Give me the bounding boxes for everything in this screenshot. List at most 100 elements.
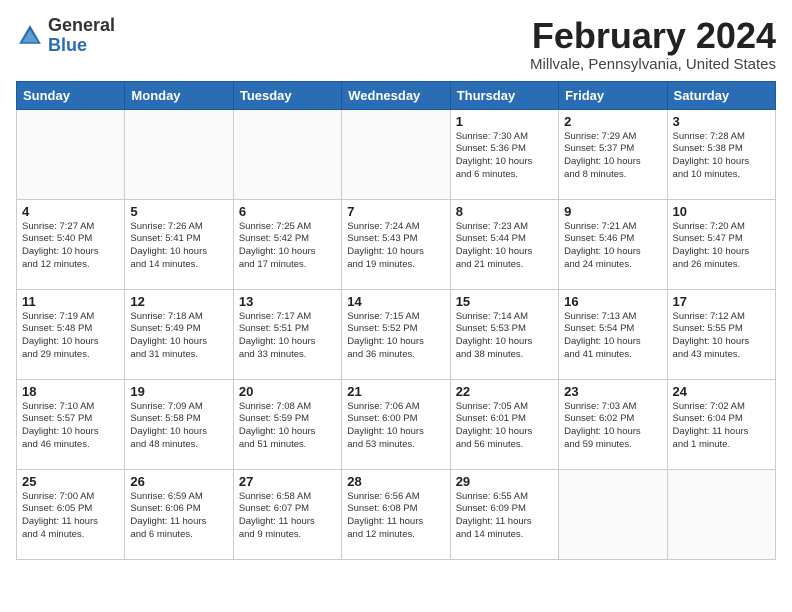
day-number: 25 — [22, 474, 119, 489]
weekday-header-row: SundayMondayTuesdayWednesdayThursdayFrid… — [17, 81, 776, 109]
calendar-cell: 1 Sunrise: 7:30 AMSunset: 5:36 PMDaylight… — [450, 109, 558, 199]
day-info: Sunrise: 7:09 AMSunset: 5:58 PMDaylight:… — [130, 401, 227, 452]
calendar-cell: 17Sunrise: 7:12 AMSunset: 5:55 PMDayligh… — [667, 289, 775, 379]
day-info: Sunrise: 6:59 AMSunset: 6:06 PMDaylight:… — [130, 491, 227, 542]
weekday-header-wednesday: Wednesday — [342, 81, 450, 109]
weekday-header-sunday: Sunday — [17, 81, 125, 109]
day-info: Sunrise: 7:03 AMSunset: 6:02 PMDaylight:… — [564, 401, 661, 452]
weekday-header-saturday: Saturday — [667, 81, 775, 109]
calendar-cell: 16 Sunrise: 7:13 AMSunset: 5:54 PMDayligh… — [559, 289, 667, 379]
day-number: 28 — [347, 474, 444, 489]
calendar-cell: 3 Sunrise: 7:28 AMSunset: 5:38 PMDaylight… — [667, 109, 775, 199]
calendar-cell: 10 Sunrise: 7:20 AMSunset: 5:47 PMDayligh… — [667, 199, 775, 289]
month-title: February 2024 — [530, 16, 776, 56]
logo-blue-text: Blue — [48, 35, 87, 55]
logo-icon — [16, 22, 44, 50]
day-number: 3 — [673, 114, 770, 129]
week-row-3: 11 Sunrise: 7:19 AMSunset: 5:48 PMDayligh… — [17, 289, 776, 379]
day-number: 13 — [239, 294, 336, 309]
day-info: Sunrise: 7:26 AMSunset: 5:41 PMDaylight:… — [130, 221, 227, 272]
day-info: Sunrise: 7:06 AMSunset: 6:00 PMDaylight:… — [347, 401, 444, 452]
day-info: Sunrise: 6:55 AMSunset: 6:09 PMDaylight:… — [456, 491, 553, 542]
day-info: Sunrise: 7:30 AMSunset: 5:36 PMDaylight:… — [456, 131, 553, 182]
day-info: Sunrise: 6:56 AMSunset: 6:08 PMDaylight:… — [347, 491, 444, 542]
day-info: Sunrise: 7:12 AMSunset: 5:55 PMDaylight:… — [673, 311, 770, 362]
calendar-cell: 15Sunrise: 7:14 AMSunset: 5:53 PMDayligh… — [450, 289, 558, 379]
day-number: 11 — [22, 294, 119, 309]
weekday-header-friday: Friday — [559, 81, 667, 109]
day-info: Sunrise: 7:24 AMSunset: 5:43 PMDaylight:… — [347, 221, 444, 272]
day-number: 1 — [456, 114, 553, 129]
day-number: 24 — [673, 384, 770, 399]
calendar-cell: 28 Sunrise: 6:56 AMSunset: 6:08 PMDayligh… — [342, 469, 450, 559]
day-info: Sunrise: 7:28 AMSunset: 5:38 PMDaylight:… — [673, 131, 770, 182]
calendar-cell: 20Sunrise: 7:08 AMSunset: 5:59 PMDayligh… — [233, 379, 341, 469]
calendar-cell: 25 Sunrise: 7:00 AMSunset: 6:05 PMDayligh… — [17, 469, 125, 559]
calendar-cell — [233, 109, 341, 199]
day-info: Sunrise: 6:58 AMSunset: 6:07 PMDaylight:… — [239, 491, 336, 542]
day-info: Sunrise: 7:10 AMSunset: 5:57 PMDaylight:… — [22, 401, 119, 452]
day-number: 12 — [130, 294, 227, 309]
calendar-cell: 6 Sunrise: 7:25 AMSunset: 5:42 PMDaylight… — [233, 199, 341, 289]
day-info: Sunrise: 7:15 AMSunset: 5:52 PMDaylight:… — [347, 311, 444, 362]
calendar-cell: 11 Sunrise: 7:19 AMSunset: 5:48 PMDayligh… — [17, 289, 125, 379]
day-info: Sunrise: 7:13 AMSunset: 5:54 PMDaylight:… — [564, 311, 661, 362]
week-row-4: 18Sunrise: 7:10 AMSunset: 5:57 PMDayligh… — [17, 379, 776, 469]
calendar-cell: 5 Sunrise: 7:26 AMSunset: 5:41 PMDaylight… — [125, 199, 233, 289]
day-info: Sunrise: 7:21 AMSunset: 5:46 PMDaylight:… — [564, 221, 661, 272]
day-info: Sunrise: 7:19 AMSunset: 5:48 PMDaylight:… — [22, 311, 119, 362]
calendar-cell — [17, 109, 125, 199]
calendar-cell — [667, 469, 775, 559]
calendar-cell: 27 Sunrise: 6:58 AMSunset: 6:07 PMDayligh… — [233, 469, 341, 559]
logo-general-text: General — [48, 15, 115, 35]
day-info: Sunrise: 7:14 AMSunset: 5:53 PMDaylight:… — [456, 311, 553, 362]
day-info: Sunrise: 7:02 AMSunset: 6:04 PMDaylight:… — [673, 401, 770, 452]
week-row-5: 25 Sunrise: 7:00 AMSunset: 6:05 PMDayligh… — [17, 469, 776, 559]
day-info: Sunrise: 7:29 AMSunset: 5:37 PMDaylight:… — [564, 131, 661, 182]
calendar-cell: 7 Sunrise: 7:24 AMSunset: 5:43 PMDaylight… — [342, 199, 450, 289]
day-number: 7 — [347, 204, 444, 219]
calendar-cell: 26 Sunrise: 6:59 AMSunset: 6:06 PMDayligh… — [125, 469, 233, 559]
day-number: 19 — [130, 384, 227, 399]
day-number: 29 — [456, 474, 553, 489]
page-header: General Blue February 2024 Millvale, Pen… — [16, 16, 776, 73]
calendar-cell: 22 Sunrise: 7:05 AMSunset: 6:01 PMDayligh… — [450, 379, 558, 469]
day-number: 27 — [239, 474, 336, 489]
calendar-cell: 23 Sunrise: 7:03 AMSunset: 6:02 PMDayligh… — [559, 379, 667, 469]
calendar-cell: 4Sunrise: 7:27 AMSunset: 5:40 PMDaylight… — [17, 199, 125, 289]
weekday-header-tuesday: Tuesday — [233, 81, 341, 109]
logo: General Blue — [16, 16, 115, 56]
calendar-cell: 13Sunrise: 7:17 AMSunset: 5:51 PMDayligh… — [233, 289, 341, 379]
day-info: Sunrise: 7:18 AMSunset: 5:49 PMDaylight:… — [130, 311, 227, 362]
day-number: 23 — [564, 384, 661, 399]
day-info: Sunrise: 7:25 AMSunset: 5:42 PMDaylight:… — [239, 221, 336, 272]
day-number: 20 — [239, 384, 336, 399]
week-row-2: 4Sunrise: 7:27 AMSunset: 5:40 PMDaylight… — [17, 199, 776, 289]
calendar-cell: 21Sunrise: 7:06 AMSunset: 6:00 PMDayligh… — [342, 379, 450, 469]
day-number: 10 — [673, 204, 770, 219]
calendar-cell — [125, 109, 233, 199]
calendar-cell: 24 Sunrise: 7:02 AMSunset: 6:04 PMDayligh… — [667, 379, 775, 469]
day-number: 6 — [239, 204, 336, 219]
weekday-header-monday: Monday — [125, 81, 233, 109]
location-text: Millvale, Pennsylvania, United States — [530, 56, 776, 73]
day-number: 16 — [564, 294, 661, 309]
calendar-cell: 2Sunrise: 7:29 AMSunset: 5:37 PMDaylight… — [559, 109, 667, 199]
day-number: 22 — [456, 384, 553, 399]
week-row-1: 1 Sunrise: 7:30 AMSunset: 5:36 PMDaylight… — [17, 109, 776, 199]
calendar-cell — [559, 469, 667, 559]
day-info: Sunrise: 7:20 AMSunset: 5:47 PMDaylight:… — [673, 221, 770, 272]
calendar-cell: 12 Sunrise: 7:18 AMSunset: 5:49 PMDayligh… — [125, 289, 233, 379]
calendar-cell: 14Sunrise: 7:15 AMSunset: 5:52 PMDayligh… — [342, 289, 450, 379]
calendar-cell: 9Sunrise: 7:21 AMSunset: 5:46 PMDaylight… — [559, 199, 667, 289]
calendar-cell: 19 Sunrise: 7:09 AMSunset: 5:58 PMDayligh… — [125, 379, 233, 469]
day-info: Sunrise: 7:00 AMSunset: 6:05 PMDaylight:… — [22, 491, 119, 542]
day-info: Sunrise: 7:27 AMSunset: 5:40 PMDaylight:… — [22, 221, 119, 272]
day-info: Sunrise: 7:05 AMSunset: 6:01 PMDaylight:… — [456, 401, 553, 452]
day-number: 5 — [130, 204, 227, 219]
calendar-table: SundayMondayTuesdayWednesdayThursdayFrid… — [16, 81, 776, 560]
day-info: Sunrise: 7:23 AMSunset: 5:44 PMDaylight:… — [456, 221, 553, 272]
calendar-cell: 18Sunrise: 7:10 AMSunset: 5:57 PMDayligh… — [17, 379, 125, 469]
day-number: 26 — [130, 474, 227, 489]
calendar-cell: 8Sunrise: 7:23 AMSunset: 5:44 PMDaylight… — [450, 199, 558, 289]
